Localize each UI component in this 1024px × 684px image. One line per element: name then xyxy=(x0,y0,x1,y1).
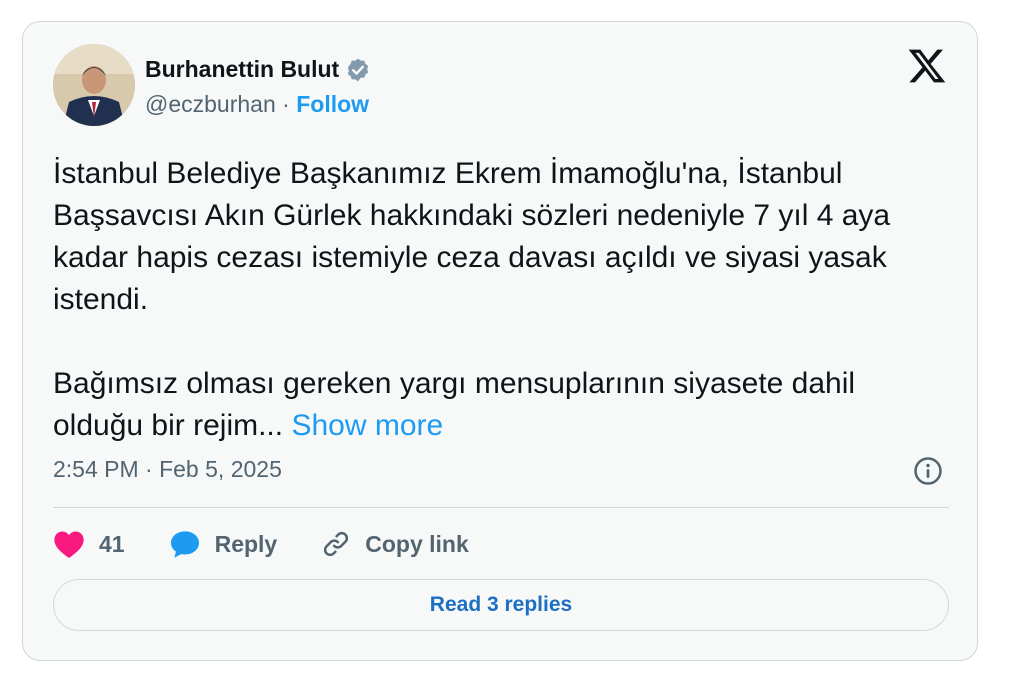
avatar[interactable] xyxy=(53,44,135,126)
heart-icon xyxy=(54,531,84,558)
read-replies-button[interactable]: Read 3 replies xyxy=(53,579,949,631)
reply-button[interactable]: Reply xyxy=(169,529,278,559)
follow-button[interactable]: Follow xyxy=(296,91,369,117)
action-bar: 41 Reply Copy link xyxy=(53,526,513,562)
tweet-paragraph-2-text: Bağımsız olması gereken yargı mensupları… xyxy=(53,367,856,442)
handle-row: @eczburhan · Follow xyxy=(145,91,369,118)
divider xyxy=(53,507,949,508)
tweet-paragraph-2: Bağımsız olması gereken yargı mensupları… xyxy=(53,363,953,447)
handle-separator: · xyxy=(282,91,290,117)
copy-link-label: Copy link xyxy=(365,530,469,557)
show-more-link[interactable]: Show more xyxy=(291,409,443,442)
tweet-timestamp[interactable]: 2:54 PM · Feb 5, 2025 xyxy=(53,456,282,483)
author-name-row: Burhanettin Bulut xyxy=(145,56,371,83)
verified-badge-icon xyxy=(348,58,369,81)
info-icon[interactable] xyxy=(913,456,943,486)
reply-bubble-icon xyxy=(170,531,199,558)
x-logo-icon[interactable] xyxy=(907,46,947,86)
copy-link-button[interactable]: Copy link xyxy=(321,529,469,559)
tweet-paragraph-1: İstanbul Belediye Başkanımız Ekrem İmamo… xyxy=(53,157,891,316)
reply-label: Reply xyxy=(214,530,278,557)
like-button[interactable]: 41 xyxy=(53,529,125,559)
link-icon xyxy=(324,531,349,557)
author-handle[interactable]: @eczburhan xyxy=(145,91,276,117)
author-name[interactable]: Burhanettin Bulut xyxy=(145,56,339,83)
like-count: 41 xyxy=(99,530,125,557)
tweet-text: İstanbul Belediye Başkanımız Ekrem İmamo… xyxy=(53,153,953,447)
tweet-card: Burhanettin Bulut @eczburhan · Follow İs… xyxy=(22,21,978,661)
